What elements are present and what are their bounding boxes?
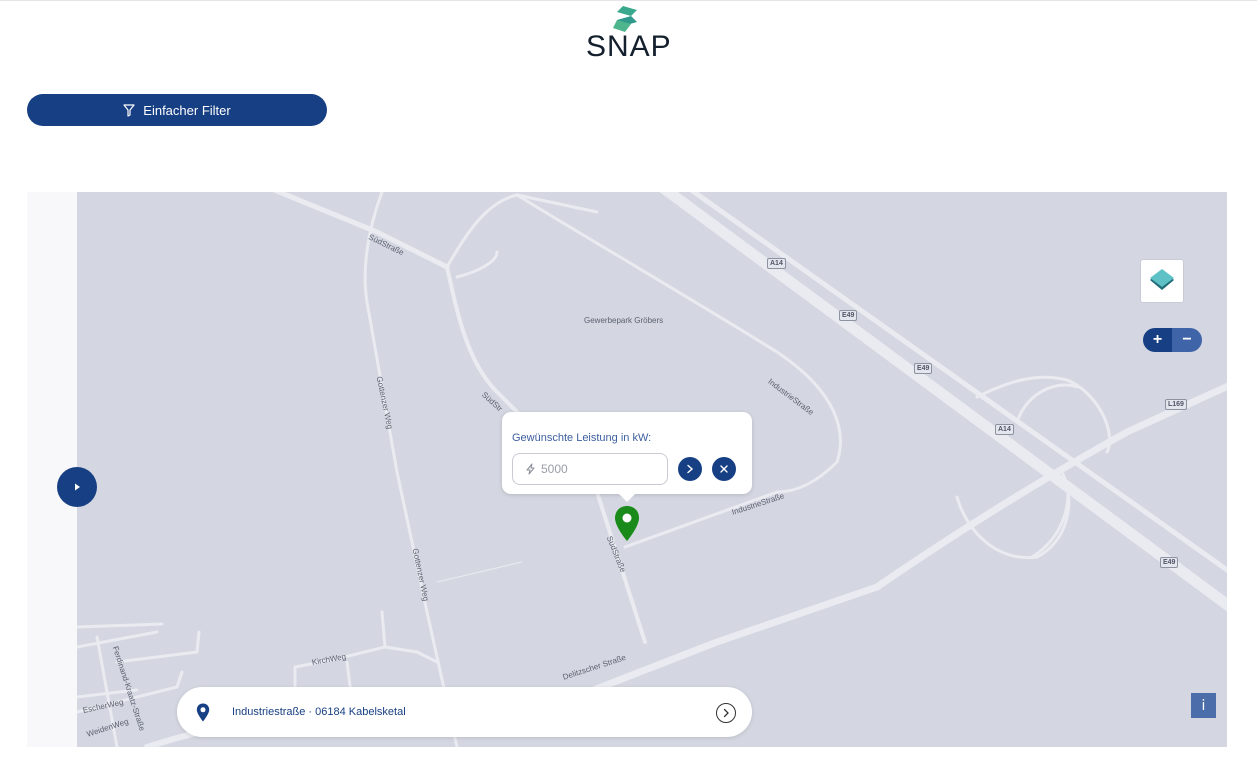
location-marker[interactable] [613,505,641,543]
zoom-controls: + − [1143,328,1202,352]
location-pin-icon [196,703,210,727]
address-go-button[interactable] [716,703,736,723]
info-button[interactable]: i [1191,693,1216,718]
funnel-icon [123,103,135,117]
road-shield: E49 [839,310,858,321]
road-shield: E49 [914,363,933,374]
simple-filter-button[interactable]: Einfacher Filter [27,94,327,126]
close-icon [720,465,728,473]
layers-icon [1150,269,1174,290]
road-shield: A14 [767,258,786,269]
road-shield: A14 [995,424,1014,435]
map-pin-icon [615,506,639,541]
play-arrow-icon [75,483,80,491]
simple-filter-label: Einfacher Filter [143,102,231,118]
road-shield: L169 [1165,399,1187,410]
layers-button[interactable] [1140,259,1184,303]
submit-power-button[interactable] [678,457,702,481]
power-label: Gewünschte Leistung in kW: [512,432,652,444]
close-popup-button[interactable] [712,457,736,481]
zoom-in-button[interactable]: + [1143,328,1172,352]
address-bar[interactable]: Industriestraße · 06184 Kabelsketal [177,687,752,737]
logo-text: SNAP [586,30,672,63]
power-input[interactable] [541,462,659,476]
power-input-wrapper [512,453,668,485]
zoom-out-button[interactable]: − [1172,328,1202,352]
chevron-right-icon [687,464,694,474]
snap-logo: SNAP [586,4,672,63]
road-shield: E49 [1160,557,1179,568]
address-text: Industriestraße · 06184 Kabelsketal [232,706,406,718]
top-divider [0,0,1257,1]
lightning-icon [526,463,535,475]
side-panel-toggle-button[interactable] [57,467,97,507]
poi-label: Gewerbepark Gröbers [584,316,664,325]
arrow-right-circle-icon [723,708,729,718]
power-request-popup: Gewünschte Leistung in kW: [502,412,752,502]
